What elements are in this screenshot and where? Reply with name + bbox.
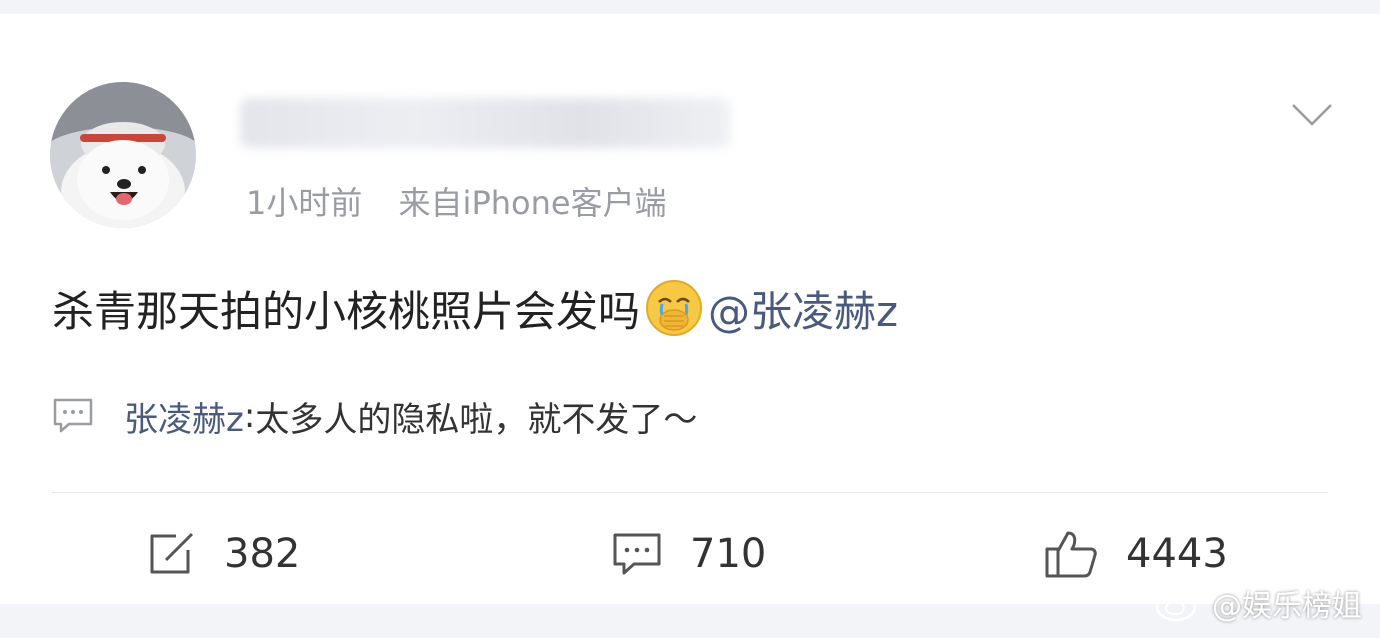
username-blurred[interactable] <box>240 98 730 148</box>
post-meta: 1小时前 来自iPhone客户端 <box>246 178 667 224</box>
comment-bubble-icon <box>53 398 93 433</box>
like-button[interactable]: 4443 <box>1044 524 1228 584</box>
post-source: 来自iPhone客户端 <box>398 184 667 222</box>
watermark-text: @娱乐榜姐 <box>1212 589 1362 624</box>
comment-count: 710 <box>690 531 767 577</box>
comment-author[interactable]: 张凌赫z <box>124 392 244 441</box>
comment-text: 太多人的隐私啦，就不发了～ <box>255 399 698 440</box>
comment-icon <box>613 533 661 575</box>
divider <box>52 492 1328 493</box>
user-avatar[interactable] <box>50 82 196 228</box>
comment-preview[interactable]: 张凌赫z : 太多人的隐私啦，就不发了～ <box>52 390 697 442</box>
weibo-post-card: 1小时前 来自iPhone客户端 杀青那天拍的小核桃照片会发吗 @张凌赫z 张凌… <box>0 14 1380 604</box>
post-time: 1小时前 <box>246 184 363 222</box>
samoyed-avatar-image <box>50 82 196 228</box>
repost-count: 382 <box>224 531 301 577</box>
comment-separator: : <box>243 396 256 436</box>
repost-button[interactable]: 382 <box>148 524 300 584</box>
post-text: 杀青那天拍的小核桃照片会发吗 <box>52 286 641 336</box>
like-count: 4443 <box>1126 531 1228 577</box>
comment-button[interactable]: 710 <box>612 524 766 584</box>
chevron-down-icon[interactable] <box>1290 102 1334 128</box>
crying-emoji-icon <box>644 278 704 338</box>
repost-icon <box>150 532 194 574</box>
mention-link[interactable]: @张凌赫z <box>708 278 898 339</box>
post-content: 杀青那天拍的小核桃照片会发吗 @张凌赫z <box>52 276 898 340</box>
thumbs-up-icon <box>1045 531 1097 578</box>
weibo-watermark: @娱乐榜姐 <box>1154 578 1362 628</box>
weibo-logo-icon <box>1155 587 1202 622</box>
